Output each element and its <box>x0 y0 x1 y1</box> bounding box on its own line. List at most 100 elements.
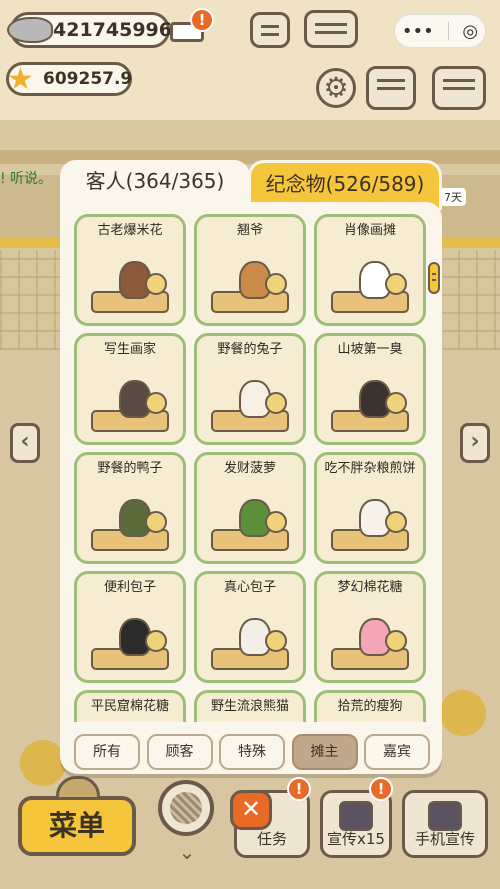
guest-illustration <box>331 376 409 432</box>
guest-card[interactable]: 便利包子 <box>74 571 186 683</box>
guest-illustration <box>91 257 169 313</box>
money-value: 4217459967 <box>53 19 186 41</box>
guest-name: 野餐的兔子 <box>217 342 283 357</box>
guest-name: 写生画家 <box>103 342 156 357</box>
tab-guests[interactable]: 客人(364/365) <box>60 160 250 210</box>
guest-illustration <box>331 495 409 551</box>
phone-promo-label: 手机宣传 <box>414 830 475 848</box>
promo-button[interactable]: ! 宣传x15 <box>320 777 393 858</box>
guest-card[interactable]: 山坡第一臭 <box>314 333 426 445</box>
arrow-left-button[interactable]: ‹ <box>10 423 40 463</box>
alert-icon: ! <box>369 777 393 801</box>
guest-illustration <box>331 614 409 670</box>
menu-label: 菜单 <box>48 809 105 842</box>
guest-illustration <box>211 614 289 670</box>
prop-drawing <box>145 273 167 295</box>
guest-name: 肖像画摊 <box>343 223 396 238</box>
guest-name: 发财菠萝 <box>223 461 276 476</box>
filter-button[interactable]: 特殊 <box>219 734 285 770</box>
newspaper-button[interactable] <box>250 12 290 48</box>
guest-card[interactable]: 野餐的兔子 <box>194 333 306 445</box>
filter-button[interactable]: 摊主 <box>291 734 358 770</box>
lattice-left <box>0 250 60 350</box>
guest-name: 平民窟棉花糖 <box>90 699 169 714</box>
guest-card-grid[interactable]: 古老爆米花 翘爷 肖像画摊写生画家 野餐的兔子 山坡第一臭野餐的鸭子 发财菠萝 吃不胖杂粮煎… <box>74 214 428 722</box>
guest-illustration <box>91 495 169 551</box>
phone-promo-icon <box>428 801 462 831</box>
guest-card[interactable]: 拾荒的瘦狗 <box>314 690 426 722</box>
prop-drawing <box>385 511 407 533</box>
alert-icon: ! <box>190 8 214 32</box>
guest-card[interactable]: 吃不胖杂粮煎饼 <box>314 452 426 564</box>
phone-promo-button[interactable]: 手机宣传 <box>402 790 488 858</box>
prop-drawing <box>145 392 167 414</box>
guest-card[interactable]: 发财菠萝 <box>194 452 306 564</box>
filter-button[interactable]: 所有 <box>74 734 140 770</box>
guest-name: 山坡第一臭 <box>337 342 403 357</box>
filter-bar: 所有 顾客 特殊 摊主 嘉宾 <box>74 734 430 770</box>
sort-list-button[interactable] <box>432 66 486 110</box>
collection-panel: 客人(364/365) 纪念物(526/589) 古老爆米花 翘爷 肖像画摊 写生画家… <box>60 160 442 774</box>
guest-card[interactable]: 翘爷 <box>194 214 306 326</box>
plate-button[interactable] <box>158 780 214 836</box>
guest-illustration <box>331 257 409 313</box>
guest-card[interactable]: 梦幻棉花糖 <box>314 571 426 683</box>
guest-name: 古老爆米花 <box>97 223 163 238</box>
guest-name: 野餐的鸭子 <box>97 461 163 476</box>
settings-gear-icon[interactable]: ⚙ <box>316 68 356 108</box>
close-panel-button[interactable]: ✕ <box>230 790 272 830</box>
guest-name: 吃不胖杂粮煎饼 <box>324 461 416 476</box>
close-miniprogram-icon[interactable]: ◎ <box>462 21 478 42</box>
prop-drawing <box>385 273 407 295</box>
menu-button[interactable]: 菜单 <box>18 776 136 856</box>
album-button[interactable] <box>304 10 358 48</box>
filter-button[interactable]: 顾客 <box>146 734 213 770</box>
chevron-down-icon[interactable]: ⌄ <box>170 840 204 864</box>
fish-icon <box>7 17 53 43</box>
star-value: 609257.9 <box>43 69 133 89</box>
more-menu-icon[interactable]: ••• <box>402 21 434 42</box>
ticker-text: ! 听说。 <box>0 171 53 187</box>
guest-card[interactable]: 古老爆米花 <box>74 214 186 326</box>
prop-drawing <box>145 630 167 652</box>
guest-name: 便利包子 <box>103 580 156 595</box>
day-badge: 7天 <box>440 188 466 206</box>
guest-card[interactable]: 平民窟棉花糖 <box>74 690 186 722</box>
filter-button[interactable]: 嘉宾 <box>364 734 430 770</box>
guest-name: 真心包子 <box>223 580 276 595</box>
prop-drawing <box>385 392 407 414</box>
star-icon: ★ <box>7 62 34 97</box>
guest-illustration <box>91 614 169 670</box>
guest-card[interactable]: 真心包子 <box>194 571 306 683</box>
guest-illustration <box>211 257 289 313</box>
guest-illustration <box>211 376 289 432</box>
guest-card[interactable]: 写生画家 <box>74 333 186 445</box>
money-counter: 4217459967 <box>7 12 185 48</box>
miniprogram-capsule: ••• ◎ <box>394 14 486 48</box>
alert-icon: ! <box>287 777 311 801</box>
guest-illustration <box>91 376 169 432</box>
guest-name: 翘爷 <box>236 223 263 238</box>
capsule-divider <box>447 22 449 40</box>
guest-name: 梦幻棉花糖 <box>337 580 403 595</box>
guest-card[interactable]: 野餐的鸭子 <box>74 452 186 564</box>
map-button[interactable] <box>366 66 416 110</box>
guest-card[interactable]: 野生流浪熊猫 <box>194 690 306 722</box>
lattice-right <box>440 250 500 350</box>
prop-drawing <box>145 511 167 533</box>
prop-drawing <box>265 630 287 652</box>
prop-drawing <box>265 511 287 533</box>
task-label: 任务 <box>256 830 287 848</box>
scrollbar-thumb[interactable] <box>428 262 440 294</box>
guest-card[interactable]: 肖像画摊 <box>314 214 426 326</box>
shop-cart-button[interactable]: ! <box>168 8 214 48</box>
arrow-right-button[interactable]: › <box>460 423 490 463</box>
prop-drawing <box>265 392 287 414</box>
guest-name: 野生流浪熊猫 <box>210 699 289 714</box>
promo-poster-icon <box>339 801 373 831</box>
panel-body: 古老爆米花 翘爷 肖像画摊写生画家 野餐的兔子 山坡第一臭野餐的鸭子 发财菠萝 吃不胖杂粮煎… <box>60 202 442 774</box>
flower-pot-decoration <box>440 690 486 736</box>
prop-drawing <box>265 273 287 295</box>
star-counter: ★ 609257.9 <box>6 62 132 96</box>
promo-label: 宣传x15 <box>327 830 385 848</box>
